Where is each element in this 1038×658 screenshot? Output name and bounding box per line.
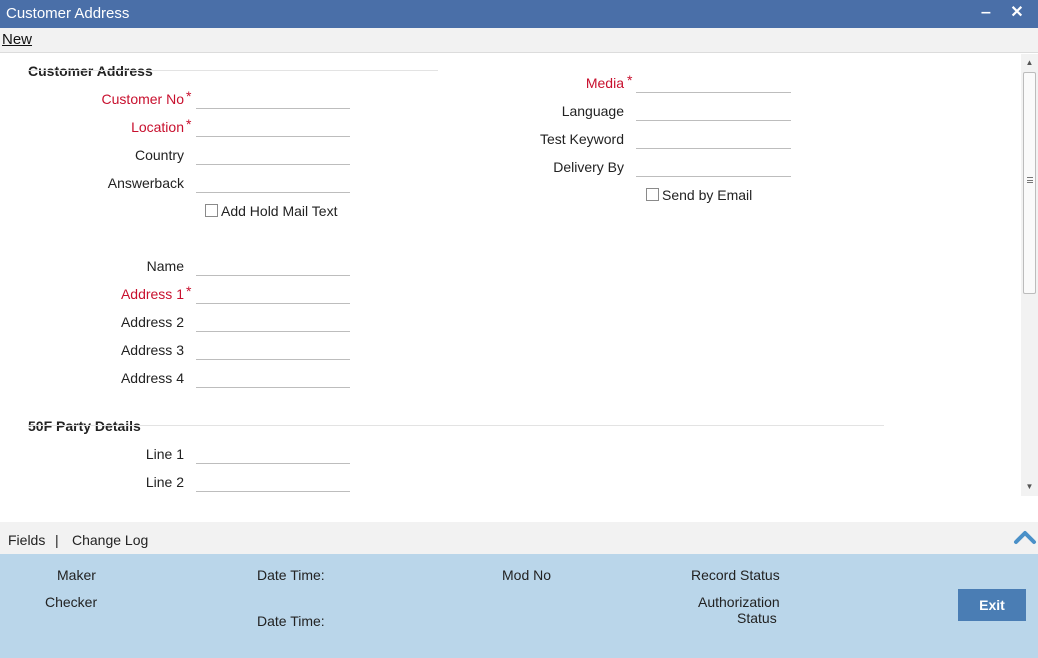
window-title-bar: Customer Address ‒ ✕ — [0, 0, 1038, 28]
required-marker: * — [186, 116, 192, 132]
delivery-by-field[interactable] — [636, 155, 791, 177]
add-hold-mail-label: Add Hold Mail Text — [221, 203, 338, 219]
address3-label: Address 3 — [120, 342, 184, 358]
address3-field[interactable] — [196, 338, 350, 360]
media-field[interactable] — [636, 71, 791, 93]
delivery-by-label: Delivery By — [553, 159, 624, 175]
address4-field[interactable] — [196, 366, 350, 388]
scroll-up-icon[interactable]: ▲ — [1021, 56, 1038, 70]
window-title: Customer Address — [6, 5, 130, 22]
test-keyword-label: Test Keyword — [539, 131, 624, 147]
line2-field[interactable] — [196, 470, 350, 492]
name-label: Name — [146, 258, 184, 274]
exit-button[interactable]: Exit — [958, 589, 1026, 621]
vertical-scrollbar[interactable]: ▲ ▼ — [1021, 54, 1038, 496]
answerback-label: Answerback — [107, 175, 184, 191]
mod-no-label: Mod No — [502, 567, 552, 583]
record-status-label: Record Status — [691, 567, 780, 583]
language-label: Language — [561, 103, 624, 119]
authorization-label: Authorization — [698, 594, 780, 610]
address2-label: Address 2 — [120, 314, 184, 330]
add-hold-mail-checkbox[interactable] — [205, 204, 218, 217]
form-content: Customer Address Customer No * Location … — [2, 54, 1020, 496]
bottom-tabs: Fields | Change Log — [0, 522, 1038, 554]
media-label: Media — [585, 75, 624, 91]
tab-fields[interactable]: Fields — [8, 532, 45, 548]
address2-field[interactable] — [196, 310, 350, 332]
minimize-icon[interactable]: ‒ — [975, 2, 997, 24]
location-field[interactable] — [196, 115, 350, 137]
maker-label: Maker — [57, 567, 96, 583]
country-field[interactable] — [196, 143, 350, 165]
grip-icon — [1027, 177, 1033, 183]
section-divider — [28, 70, 438, 71]
maker-date-time-label: Date Time: — [257, 567, 325, 583]
scroll-down-icon[interactable]: ▼ — [1021, 480, 1038, 494]
authorization-status-label: Status — [737, 610, 777, 626]
address4-label: Address 4 — [120, 370, 184, 386]
address1-label: Address 1 — [120, 286, 184, 302]
toolbar: New — [0, 28, 1038, 53]
answerback-field[interactable] — [196, 171, 350, 193]
required-marker: * — [627, 72, 633, 88]
checker-date-time-label: Date Time: — [257, 613, 325, 629]
required-marker: * — [186, 88, 192, 104]
address1-field[interactable] — [196, 282, 350, 304]
send-by-email-label: Send by Email — [662, 187, 753, 203]
country-label: Country — [134, 147, 184, 163]
send-by-email-checkbox[interactable] — [646, 188, 659, 201]
tab-separator: | — [55, 532, 59, 548]
required-marker: * — [186, 283, 192, 299]
customer-no-field[interactable] — [196, 87, 350, 109]
audit-footer: Maker Date Time: Mod No Record Status Ch… — [0, 554, 1038, 658]
line1-field[interactable] — [196, 442, 350, 464]
tab-change-log[interactable]: Change Log — [72, 532, 148, 548]
name-field[interactable] — [196, 254, 350, 276]
location-label: Location — [131, 119, 184, 135]
customer-no-label: Customer No — [101, 91, 184, 107]
scrollbar-thumb[interactable] — [1023, 72, 1036, 294]
chevron-up-icon[interactable] — [1013, 526, 1037, 546]
test-keyword-field[interactable] — [636, 127, 791, 149]
section-title-party-details: 50F Party Details — [28, 418, 141, 434]
section-divider — [28, 425, 884, 426]
new-button[interactable]: New — [2, 31, 32, 48]
language-field[interactable] — [636, 99, 791, 121]
checker-label: Checker — [45, 594, 98, 610]
close-icon[interactable]: ✕ — [1006, 2, 1028, 24]
line1-label: Line 1 — [145, 446, 184, 462]
line2-label: Line 2 — [145, 474, 184, 490]
section-title-customer-address: Customer Address — [28, 63, 153, 79]
